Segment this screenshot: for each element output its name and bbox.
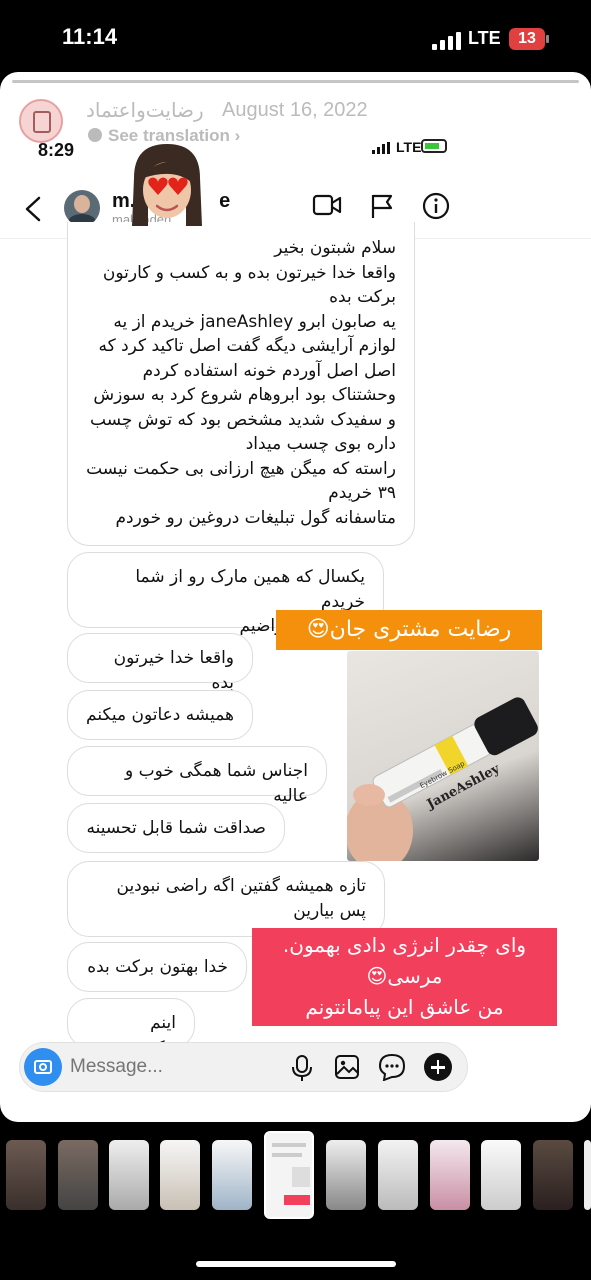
- message-bubble: همیشه دعاتون میکنم: [67, 690, 253, 740]
- flag-icon[interactable]: [370, 193, 394, 219]
- inner-network-label: LTE: [396, 139, 422, 155]
- message-bubble: واقعا خدا خیرتون بده: [67, 633, 253, 693]
- message-bubble: تازه همیشه گفتین اگه راضی نبودین پس بیار…: [67, 861, 385, 937]
- battery-tip: [546, 35, 549, 43]
- gallery-icon[interactable]: [334, 1054, 360, 1080]
- story-thumbnail[interactable]: [109, 1140, 149, 1210]
- back-arrow-icon[interactable]: [24, 196, 42, 222]
- story-thumbnail[interactable]: [430, 1140, 470, 1210]
- story-thumbnail[interactable]: [212, 1140, 252, 1210]
- video-call-icon[interactable]: [312, 193, 342, 217]
- inner-battery-icon: [421, 139, 447, 153]
- sticker-icon[interactable]: [378, 1053, 406, 1081]
- message-bubble: صداقت شما قابل تحسینه: [67, 803, 285, 853]
- caption-sticker-pink: وای چقدر انرژی دادی بهمون. مرسی😍 من عاشق…: [252, 928, 557, 1026]
- story-avatar[interactable]: [19, 99, 63, 143]
- story-progress-bar: [12, 80, 579, 83]
- story-thumbnail[interactable]: [326, 1140, 366, 1210]
- battery-icon: 13: [509, 28, 545, 50]
- inner-signal-icon: [372, 142, 394, 154]
- info-icon[interactable]: [422, 192, 450, 220]
- story-thumbnail[interactable]: [160, 1140, 200, 1210]
- microphone-icon[interactable]: [290, 1054, 314, 1082]
- story-thumbnail-selected[interactable]: [264, 1131, 314, 1219]
- product-photo: JaneAshley Eyebrow Soap: [347, 651, 539, 861]
- message-bubble: خدا بهتون برکت بده: [67, 942, 247, 992]
- network-label: LTE: [468, 28, 501, 48]
- status-time: 11:14: [62, 24, 118, 49]
- story-thumbnail[interactable]: [378, 1140, 418, 1210]
- story-thumbnail[interactable]: [58, 1140, 98, 1210]
- book-icon: [33, 111, 51, 133]
- story-date: August 16, 2022: [222, 99, 368, 121]
- home-indicator[interactable]: [196, 1261, 396, 1267]
- caption-sticker-orange: رضایت مشتری جان😍: [276, 610, 542, 650]
- chat-avatar[interactable]: [64, 190, 100, 226]
- close-icon[interactable]: [544, 106, 578, 140]
- message-bubble: اجناس شما همگی خوب و عالیه: [67, 746, 327, 806]
- story-thumbnail[interactable]: [481, 1140, 521, 1210]
- plus-icon[interactable]: [424, 1053, 452, 1081]
- story-thumbnail[interactable]: [6, 1140, 46, 1210]
- story-thumbnail[interactable]: [533, 1140, 573, 1210]
- translate-icon: [88, 128, 102, 142]
- chevron-right-icon: ›: [234, 126, 241, 145]
- camera-icon[interactable]: [24, 1048, 62, 1086]
- story-username[interactable]: رضایت‌واعتماد: [86, 98, 204, 122]
- story-thumbnail[interactable]: [584, 1140, 591, 1210]
- message-input[interactable]: [70, 1056, 270, 1078]
- memoji-sticker: [132, 144, 202, 226]
- signal-icon: [432, 32, 462, 50]
- message-bubble: سلام شبتون بخیر واقعا خدا خیرتون بده و ب…: [67, 222, 415, 546]
- message-bubble: اینم عکسشه: [67, 998, 195, 1058]
- inner-status-time: 8:29: [38, 140, 75, 160]
